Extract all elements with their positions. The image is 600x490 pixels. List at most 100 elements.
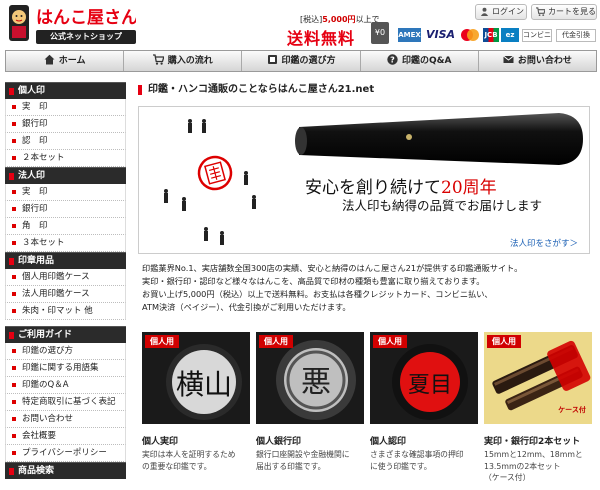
- hero-corporate-link[interactable]: 法人印をさがす＞: [510, 237, 578, 249]
- sidebar-item-corporate-jitsuin[interactable]: 実 印: [5, 184, 126, 201]
- nav-home-label: ホーム: [58, 56, 86, 66]
- nav-how-to-choose-label: 印鑑の選び方: [281, 56, 336, 66]
- hero-subheadline: 法人印も納得の品質でお届けします: [342, 198, 543, 213]
- global-nav: ホーム 購入の流れ 印鑑の選び方 ? 印鑑のQ&A お問い合わせ: [5, 50, 597, 72]
- sidebar-item-corporate-3set[interactable]: ３本セット: [5, 235, 126, 252]
- sidebar-item-privacy[interactable]: プライバシーポリシー: [5, 445, 126, 462]
- description-line: お買い上げ5,000円（税込）以上で送料無料。お支払は各種クレジットカード、コン…: [142, 289, 493, 299]
- shipping-tax-note: [税込]: [300, 15, 323, 24]
- hero-banner[interactable]: 安心を創り続けて20周年 法人印も納得の品質でお届けします 法人印をさがす＞: [138, 106, 590, 254]
- yen-zero-label: ¥0: [374, 28, 386, 37]
- product-description: 銀行口座開設や金融機関に 届出する印鑑です。: [256, 449, 364, 472]
- nav-contact[interactable]: お問い合わせ: [479, 51, 596, 71]
- nav-faq-label: 印鑑のQ&A: [401, 56, 452, 66]
- logo-wordmark: はんこ屋さん21: [36, 8, 136, 27]
- seal-glyph: 横山: [176, 368, 232, 401]
- cart-button[interactable]: カートを見る: [531, 4, 597, 20]
- product-name[interactable]: 実印・銀行印2本セット: [484, 434, 592, 447]
- nav-home[interactable]: ホーム: [6, 51, 125, 71]
- mascot-icon: [9, 5, 29, 41]
- jcb-logo: JCB: [483, 28, 499, 42]
- product-image: 悪 個人用: [256, 332, 364, 424]
- product-description: 15mmと12mm、18mmと 13.5mmの2本セット （ケース付）: [484, 449, 592, 484]
- nav-faq[interactable]: ? 印鑑のQ&A: [361, 51, 479, 71]
- sidebar-item-glossary[interactable]: 印鑑に関する用語集: [5, 360, 126, 377]
- site-header: はんこ屋さん21 公式ネットショップ [税込]5,000円以上で 送料無料 ¥0…: [0, 0, 600, 50]
- product-desc-line: 届出する印鑑です。: [256, 461, 326, 471]
- product-image: 横山 個人用: [142, 332, 250, 424]
- product-desc-line: （ケース付）: [484, 473, 531, 482]
- shipping-condition: [税込]5,000円以上で: [300, 14, 380, 25]
- sidebar-section-personal: 個人印: [5, 82, 126, 99]
- question-icon: ?: [387, 54, 398, 65]
- product-card[interactable]: 悪 個人用 個人銀行印 銀行口座開設や金融機関に 届出する印鑑です。: [256, 332, 364, 472]
- product-grid: 横山 個人用 個人実印 実印は本人を証明するため の重要な印鑑です。 悪 個人用…: [138, 332, 598, 490]
- product-description: さまざまな確認事項の押印 に使う印鑑です。: [370, 449, 478, 472]
- sidebar-item-personal-case[interactable]: 個人用印鑑ケース: [5, 269, 126, 286]
- product-name[interactable]: 個人銀行印: [256, 434, 364, 447]
- cart-icon: [152, 54, 164, 65]
- sidebar-item-company[interactable]: 会社概要: [5, 428, 126, 445]
- product-desc-line: 15mmと12mm、18mmと: [484, 450, 583, 459]
- product-badge: 個人用: [373, 335, 407, 348]
- sidebar-item-personal-ginkouin[interactable]: 銀行印: [5, 116, 126, 133]
- nav-purchase-flow-label: 購入の流れ: [167, 56, 213, 66]
- product-desc-line: に使う印鑑です。: [370, 461, 432, 471]
- sidebar-section-supplies: 印章用品: [5, 252, 126, 269]
- login-button[interactable]: ログイン: [475, 4, 527, 20]
- product-badge: 個人用: [487, 335, 521, 348]
- product-desc-line: 13.5mmの2本セット: [484, 461, 561, 471]
- amex-logo: AMEX: [398, 28, 421, 42]
- product-desc-line: さまざまな確認事項の押印: [370, 450, 464, 459]
- sidebar-item-legal-notice[interactable]: 特定商取引に基づく表記: [5, 394, 126, 411]
- seal-glyph: 悪: [301, 365, 331, 400]
- product-name[interactable]: 個人実印: [142, 434, 250, 447]
- description-line: 実印・銀行印・認印など様々なはんこを、高品質で印材の種類も豊富に取り揃えておりま…: [142, 276, 485, 286]
- product-card[interactable]: 夏目 個人用 個人認印 さまざまな確認事項の押印 に使う印鑑です。: [370, 332, 478, 472]
- sidebar-item-personal-mitomein[interactable]: 認 印: [5, 133, 126, 150]
- login-label: ログイン: [492, 7, 524, 16]
- stamp-icon: [267, 55, 277, 64]
- svg-text:はんこ屋さん21: はんこ屋さん21: [36, 8, 136, 27]
- mastercard-logo: [461, 29, 479, 41]
- product-badge: 個人用: [145, 335, 179, 348]
- sidebar-item-corporate-ginkouin[interactable]: 銀行印: [5, 201, 126, 218]
- cash-on-delivery-badge: 代金引換: [556, 29, 596, 42]
- nav-contact-label: お問い合わせ: [517, 56, 572, 66]
- sidebar-item-ink-mat[interactable]: 朱肉・印マット 他: [5, 303, 126, 320]
- sidebar-item-personal-jitsuin[interactable]: 実 印: [5, 99, 126, 116]
- shipping-amount: 5,000円: [322, 15, 356, 24]
- svg-text:?: ?: [390, 55, 395, 64]
- nav-purchase-flow[interactable]: 購入の流れ: [124, 51, 243, 71]
- sidebar-item-personal-2set[interactable]: ２本セット: [5, 150, 126, 167]
- site-description: 印鑑業界No.1、実店舗数全国300店の実績、安心と納得のはんこ屋さん21が提供…: [142, 262, 592, 314]
- yen-zero-badge: ¥0: [371, 22, 389, 44]
- product-card[interactable]: 横山 個人用 個人実印 実印は本人を証明するため の重要な印鑑です。: [142, 332, 250, 472]
- sidebar-section-search: 商品検索: [5, 462, 126, 479]
- main-content: 印鑑・ハンコ通販のことならはんこ屋さん21.net 安心を創り続けて20周年 法…: [138, 82, 594, 312]
- page-title: 印鑑・ハンコ通販のことならはんこ屋さん21.net: [138, 82, 594, 100]
- description-line: ATM決済（ペイジー）、代金引換がご利用いただけます。: [142, 302, 351, 312]
- description-line: 印鑑業界No.1、実店舗数全国300店の実績、安心と納得のはんこ屋さん21が提供…: [142, 263, 523, 273]
- product-image: 夏目 個人用: [370, 332, 478, 424]
- nav-how-to-choose[interactable]: 印鑑の選び方: [242, 51, 361, 71]
- product-card[interactable]: ケース付 個人用 実印・銀行印2本セット 15mmと12mm、18mmと 13.…: [484, 332, 592, 484]
- case-label: ケース付: [558, 405, 586, 414]
- product-desc-line: 銀行口座開設や金融機関に: [256, 450, 350, 459]
- user-icon: [480, 7, 489, 16]
- product-name[interactable]: 個人認印: [370, 434, 478, 447]
- cart-label: カートを見る: [548, 7, 596, 16]
- logo-subtitle: 公式ネットショップ: [36, 30, 136, 44]
- seal-glyph: 夏目: [408, 373, 452, 398]
- sidebar-item-faq[interactable]: 印鑑のQ＆A: [5, 377, 126, 394]
- product-image: ケース付 個人用: [484, 332, 592, 424]
- site-logo[interactable]: はんこ屋さん21 公式ネットショップ: [6, 3, 136, 45]
- sidebar: 個人印 実 印 銀行印 認 印 ２本セット 法人印 実 印 銀行印 角 印 ３本…: [5, 82, 126, 479]
- sidebar-item-corporate-kakuin[interactable]: 角 印: [5, 218, 126, 235]
- cart-icon: [536, 7, 545, 16]
- product-desc-line: の重要な印鑑です。: [142, 461, 212, 471]
- pay-easy-logo: ez: [501, 28, 519, 42]
- sidebar-item-how-to-choose[interactable]: 印鑑の選び方: [5, 343, 126, 360]
- sidebar-item-contact[interactable]: お問い合わせ: [5, 411, 126, 428]
- sidebar-item-corporate-case[interactable]: 法人用印鑑ケース: [5, 286, 126, 303]
